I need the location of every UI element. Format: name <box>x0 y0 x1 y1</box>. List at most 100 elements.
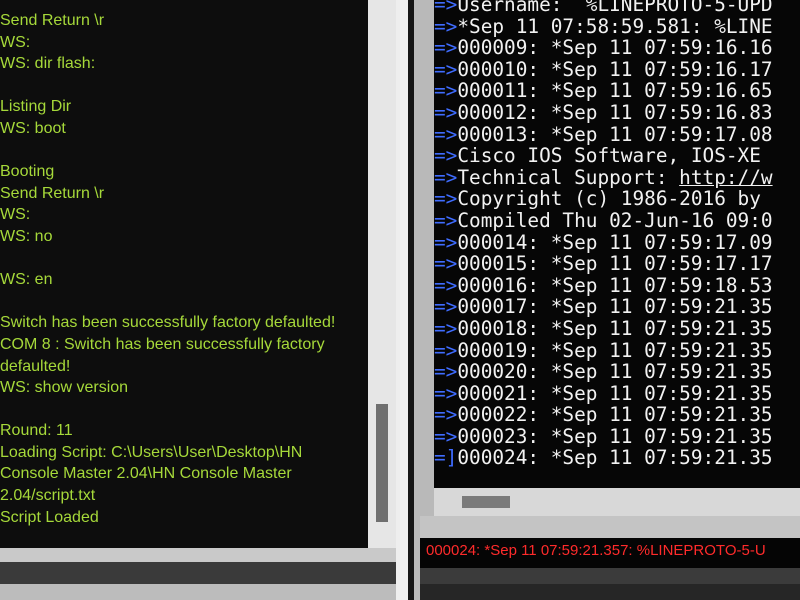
console-lines: =>Username: %LINEPROTO-5-UPD =>*Sep 11 07… <box>434 0 773 469</box>
script-log-line <box>0 399 368 421</box>
script-log-line: COM 8 : Switch has been successfully fac… <box>0 335 325 353</box>
status-message: 000024: *Sep 11 07:59:21.357: %LINEPROTO… <box>426 542 766 559</box>
console-line-text: 000009: *Sep 11 07:59:16.16 <box>457 36 773 60</box>
script-log-line: WS: <box>0 206 31 224</box>
script-log-footer-edge <box>0 584 396 600</box>
console-line-text: 000014: *Sep 11 07:59:17.09 <box>457 230 773 254</box>
script-log-line: WS: en <box>0 271 53 289</box>
script-log-line: WS: boot <box>0 119 66 137</box>
prompt-arrow-icon: => <box>434 230 458 254</box>
script-log-line: defaulted! <box>0 357 71 375</box>
console-line: =>000010: *Sep 11 07:59:16.17 <box>434 57 773 81</box>
script-log-line: Listing Dir <box>0 98 72 116</box>
console-line: =>000016: *Sep 11 07:59:18.53 <box>434 273 773 297</box>
console-line-text: 000011: *Sep 11 07:59:16.65 <box>457 79 773 103</box>
prompt-arrow-icon: => <box>434 208 458 232</box>
console-line: =>000022: *Sep 11 07:59:21.35 <box>434 404 773 426</box>
console-line-text: 000018: *Sep 11 07:59:21.35 <box>457 316 773 340</box>
console-line-text: 000015: *Sep 11 07:59:17.17 <box>457 252 773 276</box>
script-log-line: Script Loaded <box>0 508 99 526</box>
console-line: =]000024: *Sep 11 07:59:21.35 <box>434 447 773 469</box>
console-line: =>000015: *Sep 11 07:59:17.17 <box>434 253 773 275</box>
script-log-line: Booting <box>0 163 55 181</box>
prompt-arrow-icon: => <box>434 0 458 16</box>
console-line: =>000014: *Sep 11 07:59:17.09 <box>434 230 773 254</box>
console-line: =>000017: *Sep 11 07:59:21.35 <box>434 296 773 318</box>
prompt-arrow-icon: => <box>434 79 458 103</box>
console-horizontal-scroll-thumb[interactable] <box>462 496 510 508</box>
script-log-line <box>0 248 368 270</box>
console-line: =>Copyright (c) 1986-2016 by <box>434 188 773 210</box>
prompt-arrow-icon: => <box>434 424 458 448</box>
console-line: =>000009: *Sep 11 07:59:16.16 <box>434 37 773 59</box>
prompt-arrow-icon: => <box>434 360 458 384</box>
console-line-text: 000017: *Sep 11 07:59:21.35 <box>457 295 773 319</box>
script-log-panel: Send Return \r WS: WS: dir flash: Listing D… <box>0 0 368 548</box>
prompt-arrow-icon: => <box>434 14 458 38</box>
console-line-text: Compiled Thu 02-Jun-16 09:0 <box>457 208 773 232</box>
script-log-line: Round: 11 <box>0 422 73 440</box>
prompt-arrow-icon: => <box>434 316 458 340</box>
console-line: =>000020: *Sep 11 07:59:21.35 <box>434 361 773 383</box>
console-line-text: Copyright (c) 1986-2016 by <box>457 187 761 211</box>
console-line-text: Username: %LINEPROTO-5-UPD <box>457 0 773 16</box>
console-line: =>000011: *Sep 11 07:59:16.65 <box>434 80 773 102</box>
console-line-text: 000020: *Sep 11 07:59:21.35 <box>457 360 773 384</box>
script-log-line: Switch has been successfully factory def… <box>0 314 336 332</box>
script-log-scroll-thumb[interactable] <box>376 404 388 522</box>
prompt-arrow-icon: => <box>434 36 458 60</box>
script-log-line: Send Return \r <box>0 184 105 202</box>
prompt-arrow-icon: => <box>434 57 458 81</box>
console-line: =>Username: %LINEPROTO-5-UPD <box>434 0 773 16</box>
script-log-line: WS: <box>0 33 31 51</box>
console-line: =>000013: *Sep 11 07:59:17.08 <box>434 122 773 146</box>
console-line: =>000021: *Sep 11 07:59:21.35 <box>434 381 773 405</box>
prompt-arrow-icon: => <box>434 252 458 276</box>
serial-console-output: =>Username: %LINEPROTO-5-UPD =>*Sep 11 07… <box>434 0 800 488</box>
support-link[interactable]: http://w <box>679 166 772 189</box>
prompt-arrow-icon: =] <box>434 446 458 470</box>
console-line-text: 000010: *Sep 11 07:59:16.17 <box>457 57 773 81</box>
prompt-arrow-icon: => <box>434 273 458 297</box>
prompt-arrow-icon: => <box>434 187 458 211</box>
console-line-text: 000012: *Sep 11 07:59:16.83 <box>457 100 773 124</box>
console-line: =>Cisco IOS Software, IOS-XE <box>434 145 773 167</box>
console-line: =>Technical Support: http://w <box>434 165 773 189</box>
script-log-footer-bar <box>0 562 396 584</box>
console-line-text: 000013: *Sep 11 07:59:17.08 <box>457 122 773 146</box>
console-line-text: Cisco IOS Software, IOS-XE <box>457 144 761 168</box>
console-line: =>*Sep 11 07:58:59.581: %LINE <box>434 14 773 38</box>
prompt-arrow-icon: => <box>434 403 458 427</box>
console-line-text: 000023: *Sep 11 07:59:21.35 <box>457 424 773 448</box>
script-log: Send Return \r WS: WS: dir flash: Listing D… <box>0 0 368 528</box>
script-log-line: WS: dir flash: <box>0 55 96 73</box>
script-log-line: WS: no <box>0 227 53 245</box>
script-log-line: Console Master 2.04\HN Console Master <box>0 465 292 483</box>
status-footer-edge <box>420 584 800 600</box>
prompt-arrow-icon: => <box>434 295 458 319</box>
prompt-arrow-icon: => <box>434 100 458 124</box>
console-separator <box>420 516 800 538</box>
console-line: =>000012: *Sep 11 07:59:16.83 <box>434 102 773 124</box>
script-log-line: Send Return \r <box>0 12 105 29</box>
console-line-text: *Sep 11 07:58:59.581: %LINE <box>457 14 773 38</box>
prompt-arrow-icon: => <box>434 122 458 146</box>
prompt-arrow-icon: => <box>434 165 458 189</box>
console-line-text: 000016: *Sep 11 07:59:18.53 <box>457 273 773 297</box>
script-log-line <box>0 75 368 97</box>
console-line-text: 000024: *Sep 11 07:59:21.35 <box>457 446 773 470</box>
console-line: =>000023: *Sep 11 07:59:21.35 <box>434 426 773 448</box>
console-line-text: 000022: *Sep 11 07:59:21.35 <box>457 403 773 427</box>
script-log-line <box>0 291 368 313</box>
console-line-text: Technical Support: <box>457 165 680 189</box>
script-log-line: 2.04/script.txt <box>0 487 96 505</box>
console-line: =>Compiled Thu 02-Jun-16 09:0 <box>434 210 773 232</box>
console-line-text: 000021: *Sep 11 07:59:21.35 <box>457 381 773 405</box>
console-line-text: 000019: *Sep 11 07:59:21.35 <box>457 338 773 362</box>
prompt-arrow-icon: => <box>434 144 458 168</box>
prompt-arrow-icon: => <box>434 381 458 405</box>
status-strip: 000024: *Sep 11 07:59:21.357: %LINEPROTO… <box>420 538 800 568</box>
console-line: =>000019: *Sep 11 07:59:21.35 <box>434 338 773 362</box>
script-log-line: WS: show version <box>0 379 129 397</box>
prompt-arrow-icon: => <box>434 338 458 362</box>
